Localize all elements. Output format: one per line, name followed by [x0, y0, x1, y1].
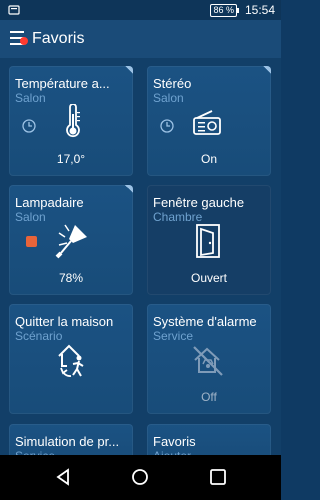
tile-name: Favoris — [153, 434, 196, 449]
clock-icon — [22, 119, 36, 133]
tile-name: Fenêtre gauche — [153, 195, 245, 210]
alarm-off-icon — [193, 346, 223, 376]
color-swatch — [26, 236, 37, 247]
tile-value: On — [200, 152, 217, 166]
tile-name: Simulation de pr... — [15, 434, 120, 449]
tile-name: Lampadaire — [15, 195, 84, 210]
tile-room: Chambre — [153, 210, 203, 224]
tile-room: Service — [153, 329, 194, 343]
tile-room: Salon — [15, 91, 46, 105]
notification-icon — [8, 5, 20, 15]
tile-systeme-alarme[interactable]: Système d'alarme Service Off — [147, 304, 271, 414]
clock-icon — [160, 119, 174, 133]
tile-lampadaire[interactable]: Lampadaire Salon 78% — [9, 185, 133, 295]
battery-indicator: 86 % — [210, 3, 239, 17]
tile-quitter-la-maison[interactable]: Quitter la maison Scénario — [9, 304, 133, 414]
lamp-icon — [55, 224, 87, 259]
page-title: Favoris — [32, 30, 85, 47]
tile-name: Stéréo — [153, 76, 192, 91]
tile-fenetre-gauche[interactable]: Fenêtre gauche Chambre Ouvert — [147, 185, 271, 295]
tile-name: Température a... — [15, 76, 110, 91]
tile-name: Système d'alarme — [153, 314, 257, 329]
tile-value: 17,0° — [56, 152, 86, 166]
tile-room: Salon — [15, 210, 46, 224]
favorites-grid: Température a... Salon 17,0° Stéréo Salo… — [0, 58, 281, 464]
tile-value: Ouvert — [190, 271, 227, 285]
clock-text: 15:54 — [244, 3, 275, 17]
app-bar: Favoris — [0, 20, 281, 58]
leave-home-icon — [58, 344, 84, 377]
tile-room: Salon — [153, 91, 184, 105]
tile-temperature[interactable]: Température a... Salon 17,0° — [9, 66, 133, 176]
home-icon[interactable] — [131, 468, 149, 486]
status-bar: 86 % 15:54 — [0, 0, 281, 20]
back-icon[interactable] — [54, 468, 72, 486]
thermometer-icon — [66, 104, 80, 138]
radio-icon — [193, 110, 221, 135]
tile-room: Scénario — [15, 329, 63, 343]
tile-value: Off — [201, 390, 217, 404]
corner-marker — [263, 66, 271, 74]
status-right: 86 % 15:54 — [210, 3, 275, 17]
recents-icon[interactable] — [209, 468, 227, 486]
navigation-bar — [0, 455, 281, 500]
tile-value: 78% — [58, 271, 84, 285]
corner-marker — [125, 185, 133, 193]
tile-name: Quitter la maison — [15, 314, 114, 329]
window-open-icon — [196, 224, 220, 258]
notification-dot — [20, 37, 28, 45]
tile-stereo[interactable]: Stéréo Salon On — [147, 66, 271, 176]
corner-marker — [125, 66, 133, 74]
